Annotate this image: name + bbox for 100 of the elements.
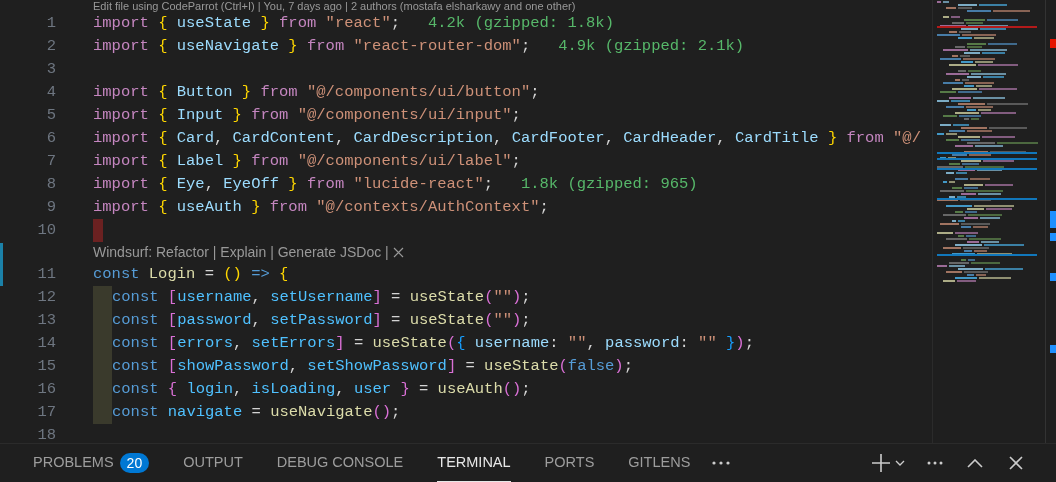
add-icon[interactable]	[871, 453, 891, 473]
code-token: }	[259, 13, 270, 34]
line-number: 10	[36, 219, 56, 241]
more-icon[interactable]	[927, 461, 943, 465]
code-token: "@/components/ui/input"	[297, 105, 512, 126]
count-badge: 20	[119, 452, 150, 473]
code-token: ()	[372, 402, 392, 423]
line-number: 7	[45, 150, 56, 172]
code-token: =	[418, 379, 430, 400]
import-size-hint: 4.2k (gzipped: 1.8k)	[426, 13, 614, 34]
code-token: useState	[484, 356, 559, 377]
panel-tab[interactable]: PROBLEMS 20	[33, 444, 150, 482]
code-token: =	[203, 264, 215, 285]
code-token: password	[605, 333, 680, 354]
panel-tab[interactable]: PORTS	[544, 444, 595, 482]
code-token: Button	[176, 82, 233, 103]
chevron-down-icon[interactable]	[895, 460, 905, 466]
line-number: 4	[45, 81, 56, 103]
code-token: import	[93, 82, 150, 103]
code-token: ,	[288, 356, 300, 377]
code-token: from	[268, 197, 308, 218]
whitespace-marker	[93, 219, 103, 242]
code-token: const	[112, 379, 160, 400]
chevron-up-icon[interactable]	[967, 458, 983, 468]
codelens-actions[interactable]: Windsurf: Refactor | Explain | Generate JSDoc |	[93, 242, 389, 263]
code-token: )	[512, 287, 522, 308]
code-token: navigate	[167, 402, 243, 423]
code-token: =	[390, 310, 402, 331]
code-token: "@/contexts/AuthContext"	[316, 197, 540, 218]
code-token: ;	[521, 287, 531, 308]
code-token: ;	[391, 402, 401, 423]
code-token: =	[352, 333, 365, 354]
close-icon[interactable]	[1009, 456, 1023, 470]
code-token: useState	[176, 13, 252, 34]
code-token: import	[93, 128, 150, 149]
code-token: ;	[521, 379, 531, 400]
code-token: from	[305, 174, 346, 195]
code-token: import	[93, 105, 150, 126]
code-token: Label	[176, 151, 224, 172]
line-number: 17	[36, 401, 56, 423]
code-token: Input	[176, 105, 224, 126]
code-token: =	[390, 287, 402, 308]
code-token: setPassword	[270, 310, 373, 331]
code-token: useNavigate	[270, 402, 373, 423]
code-token: ;	[521, 310, 531, 331]
code-token: =	[464, 356, 476, 377]
import-size-hint: 1.8k (gzipped: 965)	[519, 174, 698, 195]
code-token: CardHeader	[623, 128, 717, 149]
code-token: const	[112, 333, 160, 354]
code-token: {	[158, 13, 169, 34]
code-token: import	[93, 36, 150, 57]
code-token: }	[725, 333, 736, 354]
code-token: useState	[409, 310, 485, 331]
code-token: false	[567, 356, 615, 377]
panel-tab[interactable]: OUTPUT	[183, 444, 243, 482]
code-token: useNavigate	[176, 36, 280, 57]
code-token: isLoading	[251, 379, 336, 400]
panel-tab[interactable]: DEBUG CONSOLE	[276, 444, 404, 482]
code-token: import	[93, 174, 150, 195]
code-token: )	[614, 356, 624, 377]
code-token: ""	[567, 333, 587, 354]
code-token: ,	[604, 128, 615, 149]
code-token: {	[158, 174, 169, 195]
panel-tab[interactable]: GITLENS	[628, 444, 691, 482]
code-token: ,	[204, 174, 215, 195]
code-token: :	[549, 333, 560, 354]
code-token: "@/	[893, 128, 921, 149]
code-token: }	[250, 197, 261, 218]
code-token: useAuth	[176, 197, 242, 218]
code-token: ;	[483, 174, 495, 195]
line-number: 5	[45, 104, 56, 126]
line-number: 18	[36, 424, 56, 443]
line-number: 12	[36, 286, 56, 308]
code-token: login	[186, 379, 233, 400]
code-token: "react"	[325, 13, 391, 34]
indent-guide	[93, 401, 112, 424]
code-token: useState	[372, 333, 447, 354]
panel-tab[interactable]: TERMINAL	[437, 444, 511, 482]
more-icon[interactable]	[712, 461, 731, 465]
close-icon[interactable]	[392, 247, 404, 258]
code-token: ;	[511, 105, 521, 126]
code-token: {	[158, 197, 169, 218]
code-token: showPassword	[177, 356, 289, 377]
code-token: =>	[250, 264, 270, 285]
code-token: ;	[390, 13, 401, 34]
code-token: CardDescription	[353, 128, 494, 149]
code-token: {	[158, 151, 169, 172]
code-token: user	[353, 379, 392, 400]
code-token: "@/components/ui/label"	[297, 151, 512, 172]
code-token: ,	[213, 128, 225, 149]
indent-guide	[93, 286, 112, 309]
code-token: CardContent	[232, 128, 335, 149]
code-token: import	[93, 151, 150, 172]
code-token: {	[158, 128, 169, 149]
codelens-text[interactable]: Edit file using CodeParrot (Ctrl+I) | You, 7 days ago | 2 authors (mostafa elsharkawy and one other)	[93, 0, 576, 12]
code-token: ,	[716, 128, 727, 149]
code-token: {	[278, 264, 289, 285]
code-token: }	[231, 105, 242, 126]
code-token: Card	[176, 128, 214, 149]
code-token: ,	[586, 333, 597, 354]
